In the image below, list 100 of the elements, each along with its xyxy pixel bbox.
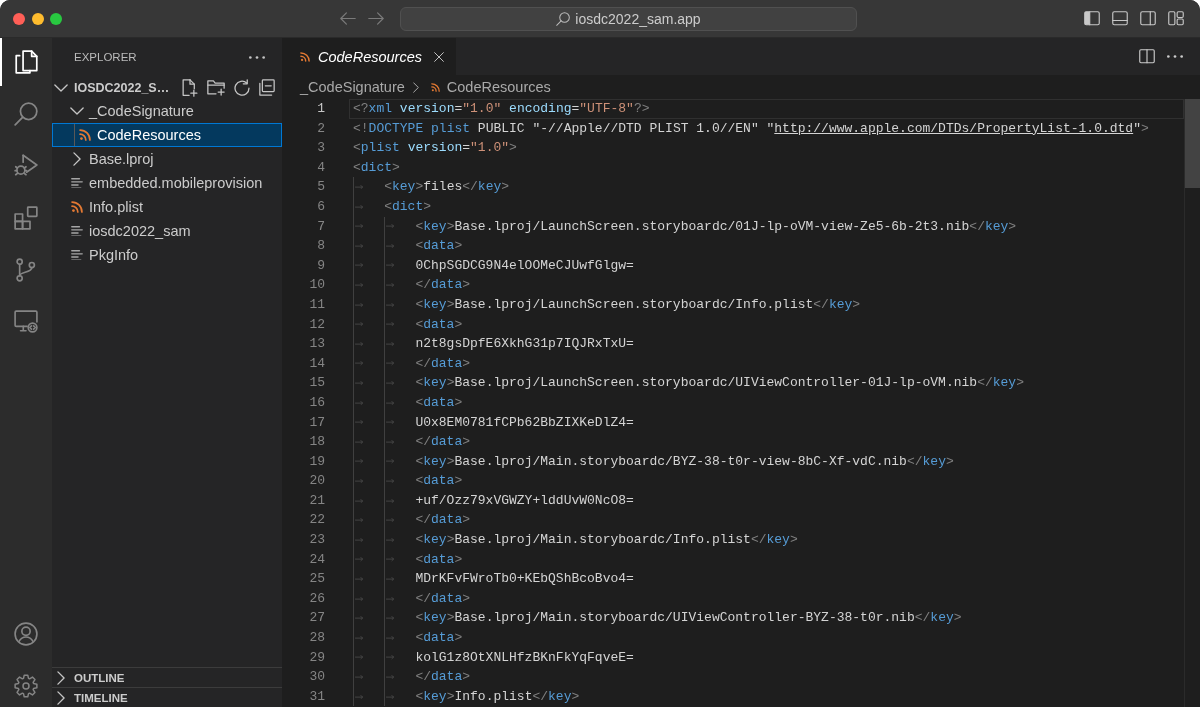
person-icon[interactable]	[14, 622, 38, 646]
code-line: <data>	[415, 315, 463, 334]
refresh-icon[interactable]	[234, 79, 250, 96]
section-header[interactable]: OUTLINE	[52, 667, 282, 687]
line-number: 20	[308, 472, 325, 491]
layout-icon[interactable]	[1168, 11, 1184, 26]
tree-item[interactable]: CodeResources	[52, 123, 282, 147]
line-number: 22	[308, 511, 325, 530]
new-folder-icon[interactable]	[207, 79, 225, 96]
line-number: 6	[316, 197, 325, 216]
blocks-icon[interactable]	[14, 206, 38, 230]
close-icon[interactable]	[434, 51, 444, 62]
rss-icon	[430, 82, 440, 92]
tree-item[interactable]: embedded.mobileprovision	[52, 171, 282, 195]
monitor-icon[interactable]	[14, 310, 38, 333]
branch-icon[interactable]	[16, 258, 36, 282]
tree-item[interactable]: Base.lproj	[52, 147, 282, 171]
sidebar-right-icon[interactable]	[1140, 11, 1156, 26]
line-number: 13	[308, 335, 325, 354]
code-line: <data>	[415, 472, 463, 491]
text-lines-icon	[71, 225, 83, 237]
collapse-all-icon[interactable]	[259, 79, 275, 96]
left-arrow-icon[interactable]	[340, 12, 356, 25]
maximize-window-button[interactable]	[50, 12, 62, 25]
code-line: </data>	[415, 354, 471, 373]
more-icon[interactable]	[1167, 55, 1183, 58]
text-lines-icon	[71, 177, 83, 189]
code-line: n2t8gsDpfE6XkhG31p7IQJRxTxU=	[415, 335, 634, 354]
documents-icon[interactable]	[14, 50, 38, 74]
code-line: <key>Info.plist</key>	[415, 687, 580, 706]
play-bug-icon[interactable]	[14, 154, 38, 176]
code-line: </data>	[415, 511, 471, 530]
url-link[interactable]: http://www.apple.com/DTDs/PropertyList-1.0.dtd	[774, 120, 1134, 136]
tree-item[interactable]: PkgInfo	[52, 243, 282, 267]
sidebar-title: EXPLORER	[74, 51, 137, 63]
code-line: <dict>	[384, 197, 432, 216]
sidebar-left-icon[interactable]	[1084, 11, 1100, 26]
command-center-button[interactable]: iosdc2022_sam.app	[400, 6, 857, 31]
code-line: <plist version="1.0">	[353, 139, 517, 158]
line-number: 14	[308, 354, 325, 373]
rss-icon	[300, 51, 310, 62]
line-number: 3	[316, 139, 325, 158]
code-line: <key>Base.lproj/LaunchScreen.storyboardc/01J-lp-oVM-view-Ze5-6b-2t3.nib</key>	[415, 217, 1017, 236]
code-line: <key>Base.lproj/LaunchScreen.storyboardc/UIViewController-01J-lp-oVM.nib</key>	[415, 374, 1024, 393]
code-line: <!DOCTYPE plist PUBLIC "-//Apple//DTD PLIST 1.0//EN" "http://www.apple.com/DTDs/PropertyList-1.0.dtd">	[353, 119, 1149, 138]
line-number: 19	[308, 452, 325, 471]
line-number: 7	[316, 217, 325, 236]
code-line: kolG1z8OtXNLHfzBKnFkYqFqveE=	[415, 648, 634, 667]
code-line: <data>	[415, 550, 463, 569]
line-number: 29	[308, 648, 325, 667]
line-number: 28	[308, 629, 325, 648]
code-line: <data>	[415, 237, 463, 256]
code-line: <data>	[415, 629, 463, 648]
split-view-icon[interactable]	[1139, 49, 1155, 64]
line-number: 11	[308, 295, 325, 314]
code-line: U0x8EM0781fCPb62BbZIXKeDlZ4=	[415, 413, 634, 432]
line-number: 15	[308, 374, 325, 393]
code-line: <dict>	[353, 158, 400, 177]
scrollbar-thumb[interactable]	[1185, 99, 1200, 188]
more-icon[interactable]	[249, 55, 265, 59]
rss-icon	[71, 201, 83, 213]
code-line: +uf/Ozz79xVGWZY+lddUvW0NcO8=	[415, 491, 634, 510]
chevron-right-icon	[412, 81, 419, 93]
line-number: 1	[316, 100, 325, 118]
tree-item[interactable]: iosdc2022_sam	[52, 219, 282, 243]
code-line: <data>	[415, 393, 463, 412]
root-folder-header[interactable]: IOSDC2022_S…	[52, 76, 170, 99]
settings-icon[interactable]	[14, 674, 38, 698]
right-arrow-icon[interactable]	[368, 12, 384, 25]
line-number: 30	[308, 668, 325, 687]
editor-tab[interactable]: CodeResources	[282, 38, 456, 75]
line-number: 9	[316, 256, 325, 275]
search-icon[interactable]	[14, 102, 38, 126]
code-line: <key>files</key>	[384, 178, 510, 197]
breadcrumb-item[interactable]: _CodeSignature	[300, 79, 405, 95]
line-number: 23	[308, 531, 325, 550]
line-number: 17	[308, 413, 325, 432]
line-number: 25	[308, 570, 325, 589]
line-number: 31	[308, 687, 325, 706]
panel-bottom-icon[interactable]	[1112, 11, 1128, 26]
close-window-button[interactable]	[13, 12, 25, 25]
section-header[interactable]: TIMELINE	[52, 687, 282, 707]
tree-item[interactable]: Info.plist	[52, 195, 282, 219]
code-line: <?xml version="1.0" encoding="UTF-8"?>	[353, 100, 650, 118]
line-number: 21	[308, 491, 325, 510]
line-number: 4	[316, 158, 325, 177]
line-number: 27	[308, 609, 325, 628]
code-line: <key>Base.lproj/Main.storyboardc/BYZ-38-t0r-view-8bC-Xf-vdC.nib</key>	[415, 452, 954, 471]
code-line: <key>Base.lproj/Main.storyboardc/Info.plist</key>	[415, 531, 798, 550]
search-icon	[556, 11, 571, 26]
text-lines-icon	[71, 249, 83, 261]
code-line: </data>	[415, 276, 471, 295]
code-line: <key>Base.lproj/LaunchScreen.storyboardc/Info.plist</key>	[415, 295, 861, 314]
new-file-icon[interactable]	[182, 78, 198, 97]
line-number: 26	[308, 589, 325, 608]
minimize-window-button[interactable]	[31, 12, 44, 25]
line-number: 16	[308, 393, 325, 412]
tree-item[interactable]: _CodeSignature	[52, 99, 282, 123]
code-line: 0ChpSGDCG9N4elOOMeCJUwfGlgw=	[415, 256, 634, 275]
breadcrumb-item[interactable]: CodeResources	[430, 79, 551, 95]
